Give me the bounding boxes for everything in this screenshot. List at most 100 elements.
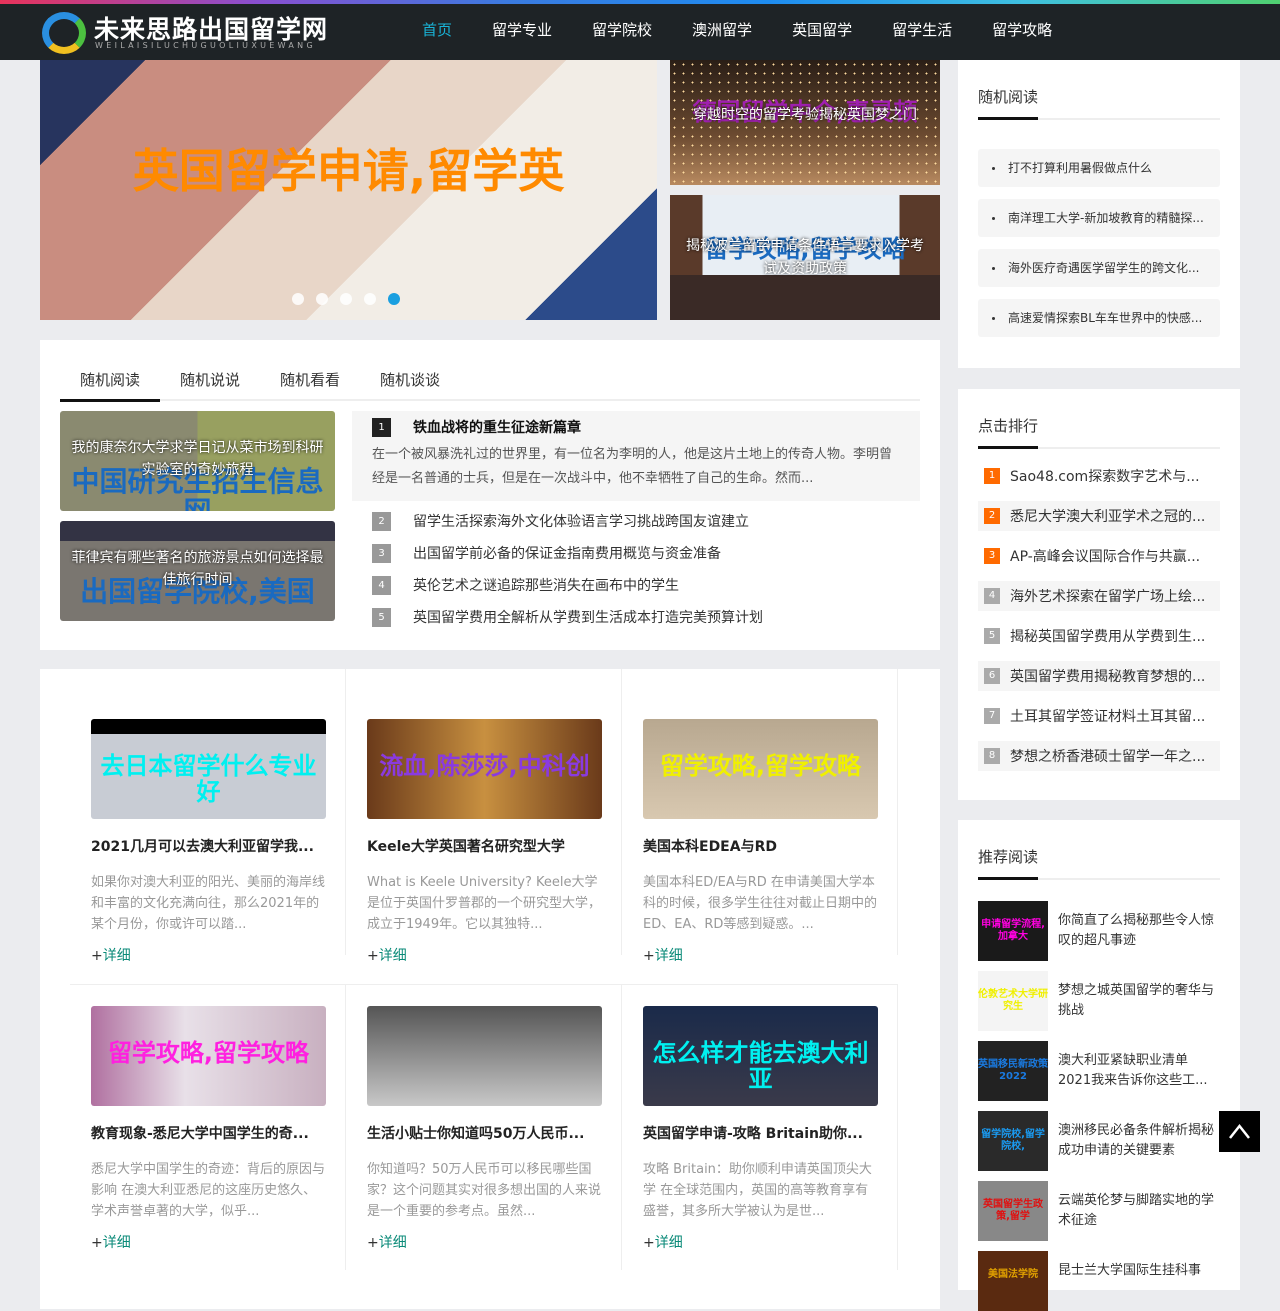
ranking-item[interactable]: 7 土耳其留学签证材料土耳其留...: [978, 701, 1220, 731]
list-item-title[interactable]: 英国留学费用全解析从学费到生活成本打造完美预算计划: [413, 607, 763, 627]
card-title[interactable]: Keele大学英国著名研究型大学: [367, 836, 602, 856]
recommend-title[interactable]: 梦想之城英国留学的奢华与挑战: [1058, 971, 1220, 1031]
card-image[interactable]: 怎么样才能去澳大利亚: [643, 1006, 878, 1106]
card-more-link[interactable]: +详细: [643, 945, 877, 965]
sidebar-random-item[interactable]: 打不打算利用暑假做点什么: [978, 149, 1220, 187]
list-item[interactable]: 3 出国留学前必备的保证金指南费用概览与资金准备: [352, 537, 920, 569]
card-more-link[interactable]: +详细: [367, 1232, 601, 1252]
recommend-item[interactable]: 英国留学生政策,留学 云端英伦梦与脚踏实地的学术征途: [978, 1181, 1220, 1241]
card-title[interactable]: 英国留学申请-攻略 Britain助你...: [643, 1123, 878, 1143]
ranking-item-title[interactable]: 土耳其留学签证材料土耳其留...: [1010, 706, 1205, 726]
card-image[interactable]: 留学攻略,留学攻略: [91, 1006, 326, 1106]
recommend-title[interactable]: 云端英伦梦与脚踏实地的学术征途: [1058, 1181, 1220, 1241]
card-image[interactable]: 流血,陈莎莎,中科创: [367, 719, 602, 819]
card-image-overlay: 流血,陈莎莎,中科创: [379, 752, 590, 780]
nav-life[interactable]: 留学生活: [872, 4, 972, 60]
ranking-item[interactable]: 2 悉尼大学澳大利亚学术之冠的...: [978, 501, 1220, 531]
sidebar-random-item[interactable]: 南洋理工大学-新加坡教育的精髓探...: [978, 199, 1220, 237]
article-card: 流血,陈莎莎,中科创 Keele大学英国著名研究型大学 What is Keel…: [346, 669, 622, 964]
nav-home[interactable]: 首页: [402, 4, 472, 60]
card-image[interactable]: 留学攻略,留学攻略: [643, 719, 878, 819]
recommend-thumb-overlay: 英国留学生政策,留学: [983, 1199, 1043, 1222]
plus-icon: +: [367, 948, 379, 964]
list-item[interactable]: 4 英伦艺术之谜追踪那些消失在画布中的学生: [352, 569, 920, 601]
recommend-item[interactable]: 英国移民新政策2022 澳大利亚紧缺职业清单2021我来告诉你这些工...: [978, 1041, 1220, 1101]
recommend-thumb[interactable]: 美国法学院: [978, 1251, 1048, 1311]
recommend-thumb[interactable]: 英国移民新政策2022: [978, 1041, 1048, 1101]
list-item-title[interactable]: 英伦艺术之谜追踪那些消失在画布中的学生: [413, 575, 679, 595]
slider-dot[interactable]: [316, 293, 328, 305]
slider-dot[interactable]: [292, 293, 304, 305]
tab-random-talk[interactable]: 随机谈谈: [360, 360, 460, 399]
hero-slider[interactable]: 英国留学申请,留学英: [40, 60, 657, 320]
ranking-item[interactable]: 1 Sao48.com探索数字艺术与...: [978, 461, 1220, 491]
recommend-title[interactable]: 澳大利亚紧缺职业清单2021我来告诉你这些工...: [1058, 1041, 1220, 1101]
thumb-article[interactable]: 中国研究生招生信息网 我的康奈尔大学求学日记从菜市场到科研实验室的奇妙旅程: [60, 411, 335, 511]
thumb-article[interactable]: 出国留学院校,美国 菲律宾有哪些著名的旅游景点如何选择最佳旅行时间: [60, 521, 335, 621]
list-item[interactable]: 2 留学生活探索海外文化体验语言学习挑战跨国友谊建立: [352, 505, 920, 537]
sidebar-random-box: 随机阅读 打不打算利用暑假做点什么 南洋理工大学-新加坡教育的精髓探... 海外…: [958, 60, 1240, 368]
sidebar-random-item[interactable]: 海外医疗奇遇医学留学生的跨文化...: [978, 249, 1220, 287]
card-more-link[interactable]: +详细: [367, 945, 601, 965]
site-logo[interactable]: 未来思路出国留学网 WEILAISILUCHUGUOLIUXUEWANG: [42, 10, 342, 56]
recommend-thumb[interactable]: 留学院校,留学院校,: [978, 1111, 1048, 1171]
rank-badge: 2: [372, 511, 391, 531]
nav-majors[interactable]: 留学专业: [472, 4, 572, 60]
ranking-item[interactable]: 5 揭秘英国留学费用从学费到生...: [978, 621, 1220, 651]
nav-guide[interactable]: 留学攻略: [972, 4, 1072, 60]
featured-pic[interactable]: 留学攻略,留学攻略 揭秘波兰留学申请条件语言要求入学考试及资助政策: [670, 195, 940, 320]
recommend-title[interactable]: 昆士兰大学国际生挂科事: [1058, 1251, 1201, 1311]
ranking-item[interactable]: 3 AP-高峰会议国际合作与共赢...: [978, 541, 1220, 571]
sidebar-random-item[interactable]: 高速爱情探索BL车车世界中的快感...: [978, 299, 1220, 337]
ranking-item-title[interactable]: AP-高峰会议国际合作与共赢...: [1010, 546, 1200, 566]
ranking-item[interactable]: 8 梦想之桥香港硕士留学一年之...: [978, 741, 1220, 771]
tab-random-read[interactable]: 随机阅读: [60, 360, 160, 402]
card-more-label: 详细: [102, 948, 131, 964]
nav-schools[interactable]: 留学院校: [572, 4, 672, 60]
list-item-title[interactable]: 铁血战将的重生征途新篇章: [413, 417, 581, 437]
tab-random-see[interactable]: 随机看看: [260, 360, 360, 399]
ranking-item-title[interactable]: 英国留学费用揭秘教育梦想的...: [1010, 666, 1205, 686]
nav-uk[interactable]: 英国留学: [772, 4, 872, 60]
card-more-link[interactable]: +详细: [91, 1232, 325, 1252]
ranking-item[interactable]: 6 英国留学费用揭秘教育梦想的...: [978, 661, 1220, 691]
ranking-item-title[interactable]: 揭秘英国留学费用从学费到生...: [1010, 626, 1205, 646]
card-desc: 悉尼大学中国学生的奇迹：背后的原因与影响 在澳大利亚悉尼的这座历史悠久、学术声誉…: [91, 1162, 326, 1219]
recommend-title[interactable]: 澳洲移民必备条件解析揭秘成功申请的关键要素: [1058, 1111, 1220, 1171]
card-more-link[interactable]: +详细: [643, 1232, 877, 1252]
nav-australia[interactable]: 澳洲留学: [672, 4, 772, 60]
ranking-item[interactable]: 4 海外艺术探索在留学广场上绘...: [978, 581, 1220, 611]
card-title[interactable]: 生活小贴士你知道吗50万人民币...: [367, 1123, 602, 1143]
list-item[interactable]: 5 英国留学费用全解析从学费到生活成本打造完美预算计划: [352, 601, 920, 633]
recommend-item[interactable]: 申请留学流程,加拿大 你简直了么揭秘那些令人惊叹的超凡事迹: [978, 901, 1220, 961]
article-card: 留学攻略,留学攻略 美国本科EDEA与RD 美国本科ED/EA与RD 在申请美国…: [622, 669, 898, 964]
card-title[interactable]: 2021几月可以去澳大利亚留学我...: [91, 836, 326, 856]
card-more-link[interactable]: +详细: [91, 945, 325, 965]
recommend-thumb[interactable]: 英国留学生政策,留学: [978, 1181, 1048, 1241]
ranking-item-title[interactable]: 悉尼大学澳大利亚学术之冠的...: [1010, 506, 1205, 526]
ranking-item-title[interactable]: 海外艺术探索在留学广场上绘...: [1010, 586, 1205, 606]
list-item-title[interactable]: 留学生活探索海外文化体验语言学习挑战跨国友谊建立: [413, 511, 749, 531]
recommend-title[interactable]: 你简直了么揭秘那些令人惊叹的超凡事迹: [1058, 901, 1220, 961]
card-title[interactable]: 教育现象-悉尼大学中国学生的奇...: [91, 1123, 326, 1143]
featured-pic[interactable]: 德国留学中介,惠灵顿 穿越时空的留学考验揭秘英国梦之门: [670, 60, 940, 185]
slider-dot-active[interactable]: [388, 293, 400, 305]
card-image[interactable]: [367, 1006, 602, 1106]
recommend-item[interactable]: 伦敦艺术大学研究生 梦想之城英国留学的奢华与挑战: [978, 971, 1220, 1031]
slider-dot[interactable]: [364, 293, 376, 305]
recommend-thumb[interactable]: 伦敦艺术大学研究生: [978, 971, 1048, 1031]
card-image[interactable]: 去日本留学什么专业好: [91, 719, 326, 819]
site-header: 未来思路出国留学网 WEILAISILUCHUGUOLIUXUEWANG 首页 …: [0, 4, 1280, 60]
list-item-title[interactable]: 出国留学前必备的保证金指南费用概览与资金准备: [413, 543, 721, 563]
recommend-item[interactable]: 留学院校,留学院校, 澳洲移民必备条件解析揭秘成功申请的关键要素: [978, 1111, 1220, 1171]
ranking-item-title[interactable]: 梦想之桥香港硕士留学一年之...: [1010, 746, 1205, 766]
back-to-top-button[interactable]: [1219, 1111, 1260, 1152]
recommend-thumb-overlay: 英国移民新政策2022: [978, 1059, 1048, 1082]
slider-dot[interactable]: [340, 293, 352, 305]
recommend-thumb[interactable]: 申请留学流程,加拿大: [978, 901, 1048, 961]
list-item-featured[interactable]: 1 铁血战将的重生征途新篇章 在一个被风暴洗礼过的世界里，有一位名为李明的人，他是…: [352, 411, 920, 501]
ranking-item-title[interactable]: Sao48.com探索数字艺术与...: [1010, 466, 1200, 486]
card-title[interactable]: 美国本科EDEA与RD: [643, 836, 878, 856]
recommend-item[interactable]: 美国法学院 昆士兰大学国际生挂科事: [978, 1251, 1220, 1311]
tab-random-say[interactable]: 随机说说: [160, 360, 260, 399]
